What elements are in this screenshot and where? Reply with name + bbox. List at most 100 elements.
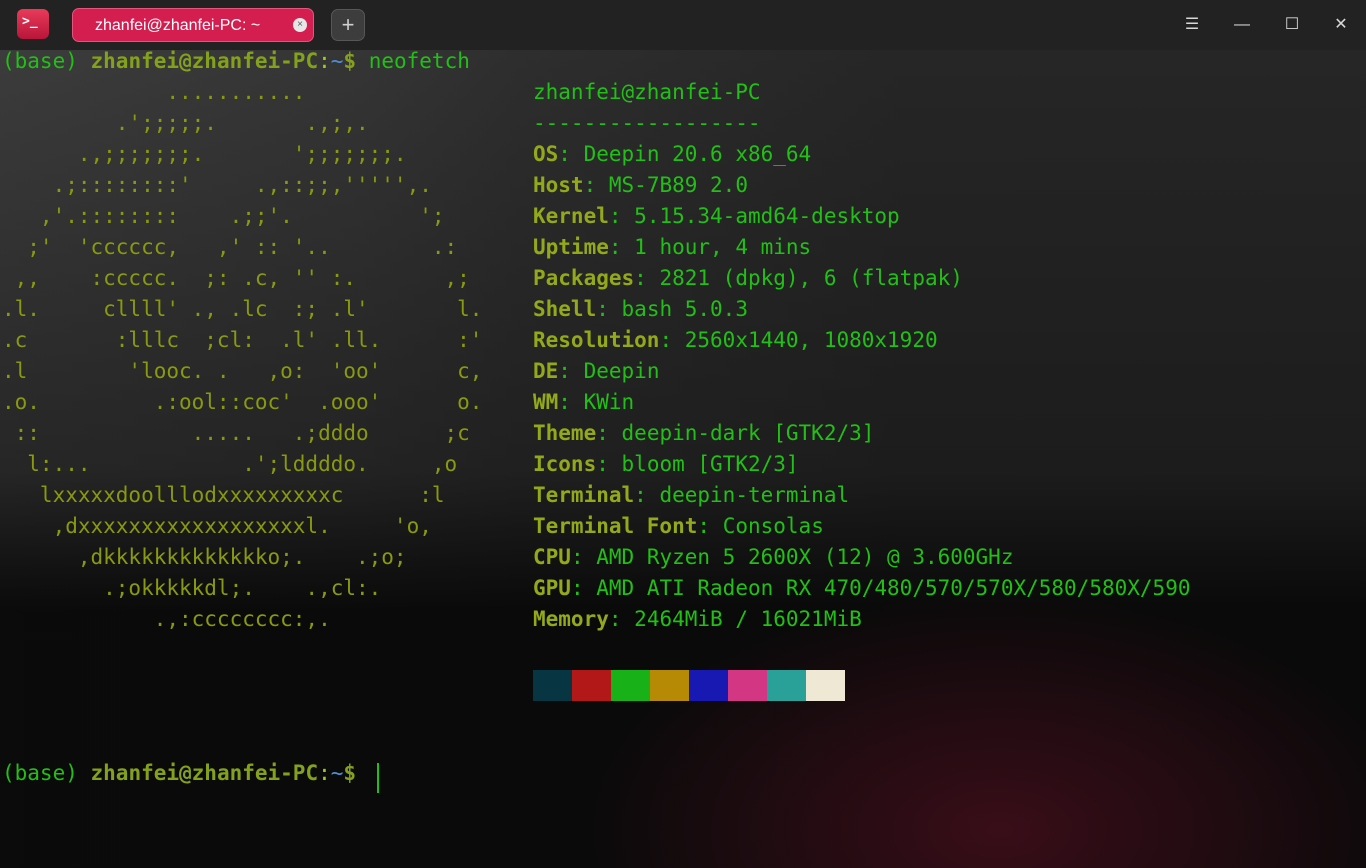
text-cursor xyxy=(377,763,379,793)
info-key: Theme xyxy=(533,421,597,445)
info-colon: : xyxy=(608,235,622,259)
info-colon: : xyxy=(697,514,711,538)
info-key: WM xyxy=(533,390,559,414)
info-colon: : xyxy=(558,390,571,414)
ascii-line: ,dxxxxxxxxxxxxxxxxxxl. 'o, xyxy=(2,514,432,538)
info-row: Host: MS-7B89 2.0 xyxy=(533,170,748,201)
info-colon: : xyxy=(596,452,609,476)
ascii-line: .;::::::::' .,::;;,''''',. xyxy=(2,173,432,197)
info-key: GPU xyxy=(533,576,571,600)
ascii-line: .,:cccccccc:,. xyxy=(2,607,331,631)
tab-terminal-session[interactable]: zhanfei@zhanfei-PC: ~ × xyxy=(72,8,314,42)
info-value: MS-7B89 2.0 xyxy=(608,173,748,197)
info-colon: : xyxy=(570,576,584,600)
color-swatch xyxy=(572,670,611,701)
info-key: Memory xyxy=(533,607,609,631)
info-row: Memory: 2464MiB / 16021MiB xyxy=(533,604,862,635)
info-row: OS: Deepin 20.6 x86_64 xyxy=(533,139,811,170)
info-colon: : xyxy=(634,483,647,507)
info-value: AMD ATI Radeon RX 470/480/570/570X/580/5… xyxy=(596,576,1191,600)
info-colon: : xyxy=(634,266,647,290)
terminal-output[interactable]: (base) zhanfei@zhanfei-PC:~$ neofetch ..… xyxy=(0,50,1366,868)
ascii-line: .c :lllc ;cl: .l' .ll. :' xyxy=(2,328,483,352)
user-host: zhanfei@zhanfei-PC xyxy=(90,50,319,73)
menu-icon[interactable]: ☰ xyxy=(1179,12,1205,38)
conda-env: (base) xyxy=(2,761,78,785)
info-key: Packages xyxy=(533,266,635,290)
info-key: Kernel xyxy=(533,204,609,228)
info-value: 2821 (dpkg), 6 (flatpak) xyxy=(659,266,963,290)
color-swatch xyxy=(533,670,572,701)
info-row: Theme: deepin-dark [GTK2/3] xyxy=(533,418,874,449)
tab-close-icon[interactable]: × xyxy=(293,18,307,32)
info-colon: : xyxy=(596,421,609,445)
ascii-line: .l 'looc. . ,o: 'oo' c, xyxy=(2,359,483,383)
info-value: 2464MiB / 16021MiB xyxy=(634,607,862,631)
info-row: WM: KWin xyxy=(533,387,634,418)
info-row: GPU: AMD ATI Radeon RX 470/480/570/570X/… xyxy=(533,573,1190,604)
ascii-line: ,'.:::::::: .;;'. '; xyxy=(2,204,445,228)
info-row: DE: Deepin xyxy=(533,356,659,387)
info-key: Icons xyxy=(533,452,597,476)
maximize-icon[interactable]: ☐ xyxy=(1279,12,1305,38)
prompt-colon: : xyxy=(318,50,331,73)
ascii-line: .o. .:ool::coc' .ooo' o. xyxy=(2,390,483,414)
info-colon: : xyxy=(596,297,609,321)
info-colon: : xyxy=(608,204,622,228)
info-value: deepin-dark [GTK2/3] xyxy=(621,421,875,445)
info-key: OS xyxy=(533,142,559,166)
info-value: KWin xyxy=(583,390,635,414)
info-key: Resolution xyxy=(533,328,660,352)
ascii-line: ,dkkkkkkkkkkkkko;. .;o; xyxy=(2,545,407,569)
info-row: Uptime: 1 hour, 4 mins xyxy=(533,232,811,263)
info-key: DE xyxy=(533,359,559,383)
terminal-app-icon[interactable]: >_ xyxy=(17,9,49,39)
user-host: zhanfei@zhanfei-PC xyxy=(90,761,319,785)
color-swatch xyxy=(611,670,650,701)
prompt-path: ~ xyxy=(330,50,344,73)
info-row: Packages: 2821 (dpkg), 6 (flatpak) xyxy=(533,263,963,294)
info-row: Resolution: 2560x1440, 1080x1920 xyxy=(533,325,938,356)
tab-title: zhanfei@zhanfei-PC: ~ xyxy=(95,17,261,34)
ascii-line: l:... .';lddddo. ,o xyxy=(2,452,458,476)
info-key: Uptime xyxy=(533,235,609,259)
prompt-line-active: (base) zhanfei@zhanfei-PC:~$ xyxy=(2,758,356,789)
info-key: Host xyxy=(533,173,584,197)
info-value: 2560x1440, 1080x1920 xyxy=(684,328,938,352)
prompt-line: (base) zhanfei@zhanfei-PC:~$ neofetch xyxy=(2,50,470,77)
command-text: neofetch xyxy=(368,50,470,73)
ascii-line: lxxxxxdoolllodxxxxxxxxxc :l xyxy=(2,483,445,507)
close-icon[interactable]: ✕ xyxy=(1328,12,1354,38)
info-colon: : xyxy=(558,142,571,166)
info-colon: : xyxy=(583,173,597,197)
info-row: CPU: AMD Ryzen 5 2600X (12) @ 3.600GHz xyxy=(533,542,1013,573)
ascii-line: :: ..... .;dddo ;c xyxy=(2,421,470,445)
info-colon: : xyxy=(570,545,584,569)
add-tab-button[interactable]: + xyxy=(331,9,365,41)
info-row: Terminal: deepin-terminal xyxy=(533,480,849,511)
prompt-colon: : xyxy=(318,761,331,785)
info-colon: : xyxy=(659,328,673,352)
info-value: Deepin 20.6 x86_64 xyxy=(583,142,812,166)
color-swatch xyxy=(767,670,806,701)
ascii-line: .';;;;;. .,;,. xyxy=(2,111,369,135)
ascii-line: ........... xyxy=(2,80,306,104)
minimize-icon[interactable]: — xyxy=(1229,12,1255,38)
info-row: Kernel: 5.15.34-amd64-desktop xyxy=(533,201,900,232)
color-swatch xyxy=(728,670,767,701)
ascii-line: .,;;;;;;;. ';;;;;;;. xyxy=(2,142,407,166)
info-key: Shell xyxy=(533,297,597,321)
color-swatch xyxy=(650,670,689,701)
info-value: AMD Ryzen 5 2600X (12) @ 3.600GHz xyxy=(596,545,1014,569)
ascii-line: .l. cllll' ., .lc :; .l' l. xyxy=(2,297,483,321)
info-key: CPU xyxy=(533,545,571,569)
info-colon: : xyxy=(608,607,622,631)
info-row: Icons: bloom [GTK2/3] xyxy=(533,449,799,480)
prompt-dollar: $ xyxy=(343,761,357,785)
info-row: Shell: bash 5.0.3 xyxy=(533,294,748,325)
conda-env: (base) xyxy=(2,50,78,73)
title-bar: >_ zhanfei@zhanfei-PC: ~ × + ☰ — ☐ ✕ xyxy=(0,0,1366,50)
color-swatch xyxy=(806,670,845,701)
ascii-line: ,, :ccccc. ;: .c, '' :. ,; xyxy=(2,266,470,290)
info-value: 5.15.34-amd64-desktop xyxy=(634,204,900,228)
